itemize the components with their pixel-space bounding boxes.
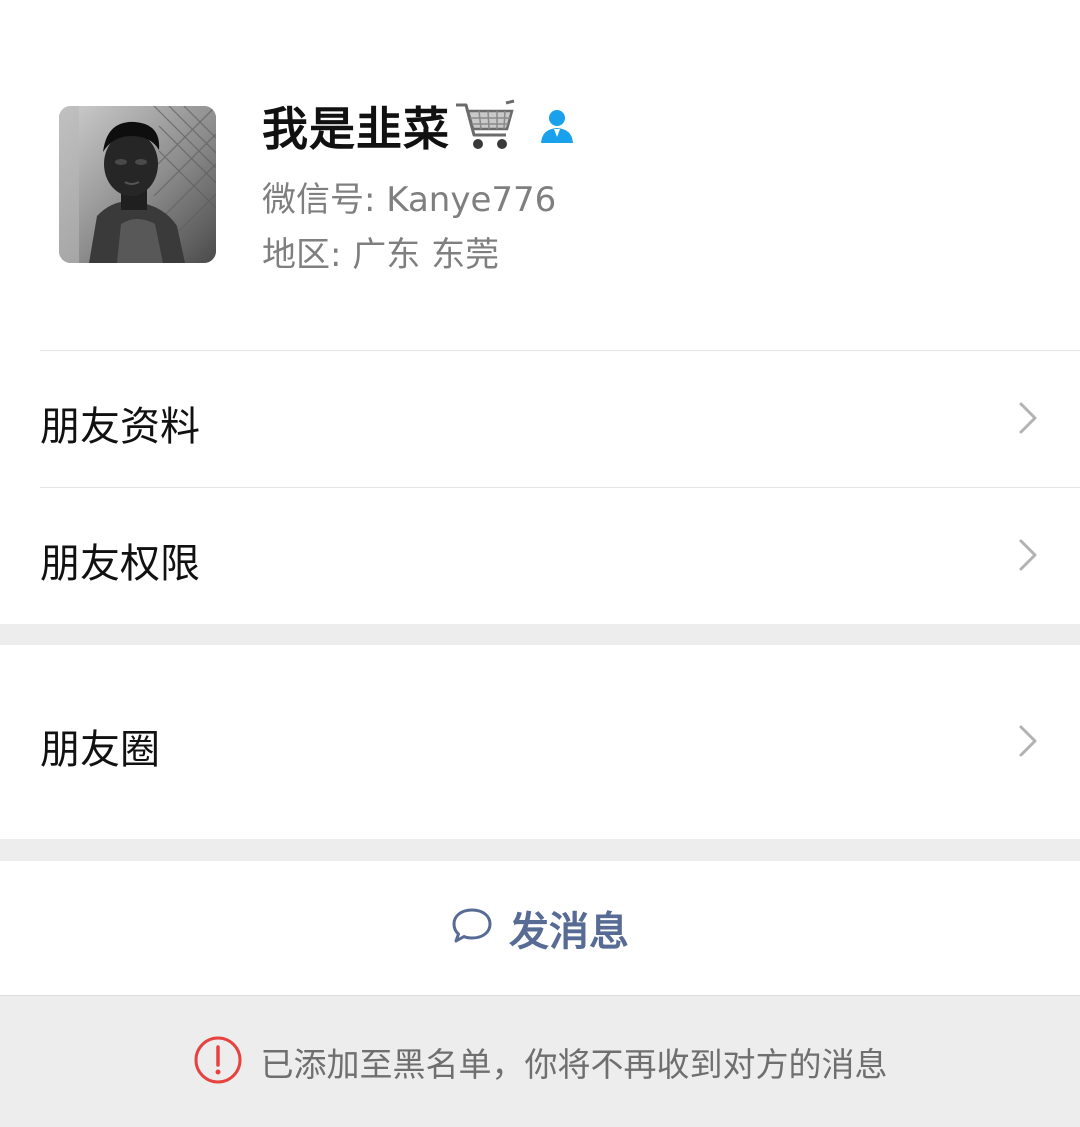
- region: 地区: 广东 东莞: [262, 235, 500, 275]
- menu-item-friend-profile[interactable]: 朋友资料: [0, 350, 1080, 487]
- nickname: 我是韭菜: [262, 102, 450, 156]
- name-row: 我是韭菜: [262, 94, 576, 158]
- warning-icon: [193, 1035, 243, 1089]
- menu-item-label: 朋友资料: [40, 404, 200, 450]
- contact-profile-page: 我是韭菜 微信号: Kanye776 地区: 广东 东莞 朋友资料 朋友权限 朋…: [0, 0, 1080, 1127]
- chat-bubble-icon: [451, 907, 493, 949]
- menu-item-moments[interactable]: 朋友圈: [0, 645, 1080, 839]
- menu-item-label: 朋友圈: [40, 727, 160, 773]
- menu-item-label: 朋友权限: [40, 541, 200, 587]
- blacklist-notice-text: 已添加至黑名单，你将不再收到对方的消息: [260, 1044, 888, 1084]
- divider: [40, 487, 1080, 488]
- wechat-id: 微信号: Kanye776: [262, 180, 557, 220]
- shopping-cart-icon: [454, 97, 516, 155]
- avatar[interactable]: [59, 106, 216, 263]
- send-message-button[interactable]: 发消息: [0, 861, 1080, 995]
- profile-header: 我是韭菜 微信号: Kanye776 地区: 广东 东莞: [0, 0, 1080, 350]
- menu-item-friend-permissions[interactable]: 朋友权限: [0, 487, 1080, 624]
- send-message-label: 发消息: [509, 909, 629, 955]
- chevron-right-icon: [1018, 538, 1038, 576]
- chevron-right-icon: [1018, 724, 1038, 762]
- blacklist-notice: 已添加至黑名单，你将不再收到对方的消息: [0, 996, 1080, 1127]
- divider: [40, 350, 1080, 351]
- male-person-icon: [538, 107, 576, 145]
- avatar-photo: [59, 106, 216, 263]
- chevron-right-icon: [1018, 401, 1038, 439]
